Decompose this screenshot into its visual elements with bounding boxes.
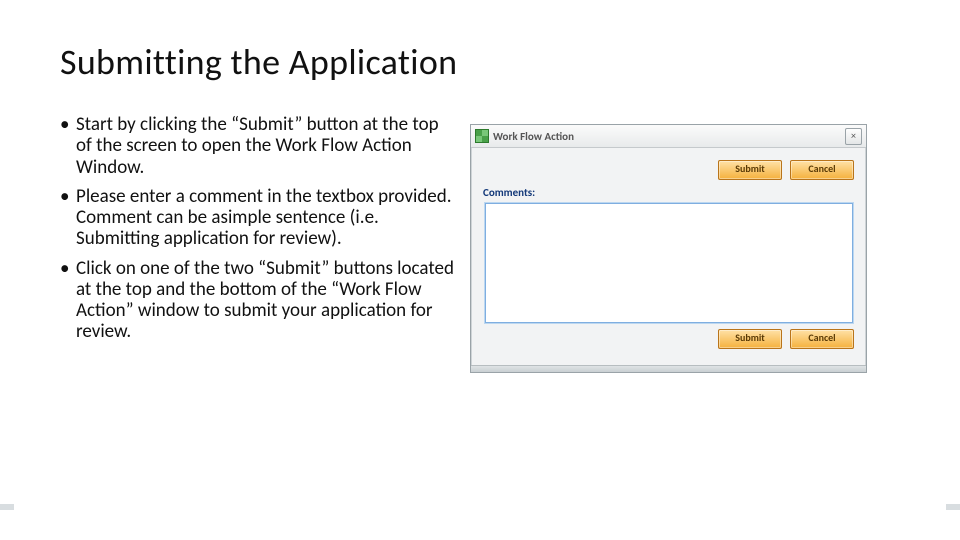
close-icon[interactable]: × (845, 128, 862, 145)
bottom-button-row: Submit Cancel (479, 323, 858, 355)
cancel-button[interactable]: Cancel (790, 329, 854, 349)
window-titlebar: Work Flow Action × (471, 125, 866, 148)
window-title-group: Work Flow Action (475, 129, 574, 143)
comments-label: Comments: (483, 186, 858, 199)
decorative-edge (946, 504, 960, 510)
text-column: Start by clicking the “Submit” button at… (60, 114, 465, 351)
decorative-edge (0, 504, 14, 510)
slide-title: Submitting the Application (60, 40, 900, 84)
bullet-item: Start by clicking the “Submit” button at… (60, 114, 455, 178)
submit-button[interactable]: Submit (718, 329, 782, 349)
window-footer-strip (471, 365, 866, 372)
figure-column: Work Flow Action × Submit Cancel Comment… (465, 124, 870, 373)
submit-button[interactable]: Submit (718, 160, 782, 180)
content-columns: Start by clicking the “Submit” button at… (60, 114, 900, 373)
bullet-list: Start by clicking the “Submit” button at… (60, 114, 455, 343)
cancel-button[interactable]: Cancel (790, 160, 854, 180)
top-button-row: Submit Cancel (479, 154, 858, 186)
slide: Submitting the Application Start by clic… (0, 0, 960, 540)
window-title-text: Work Flow Action (493, 130, 574, 143)
workflow-action-window: Work Flow Action × Submit Cancel Comment… (470, 124, 867, 373)
window-app-icon (475, 129, 489, 143)
comments-textarea[interactable] (485, 203, 853, 323)
bullet-item: Please enter a comment in the textbox pr… (60, 186, 455, 250)
window-body: Submit Cancel Comments: Submit Cancel (471, 148, 866, 365)
bullet-item: Click on one of the two “Submit” buttons… (60, 258, 455, 343)
